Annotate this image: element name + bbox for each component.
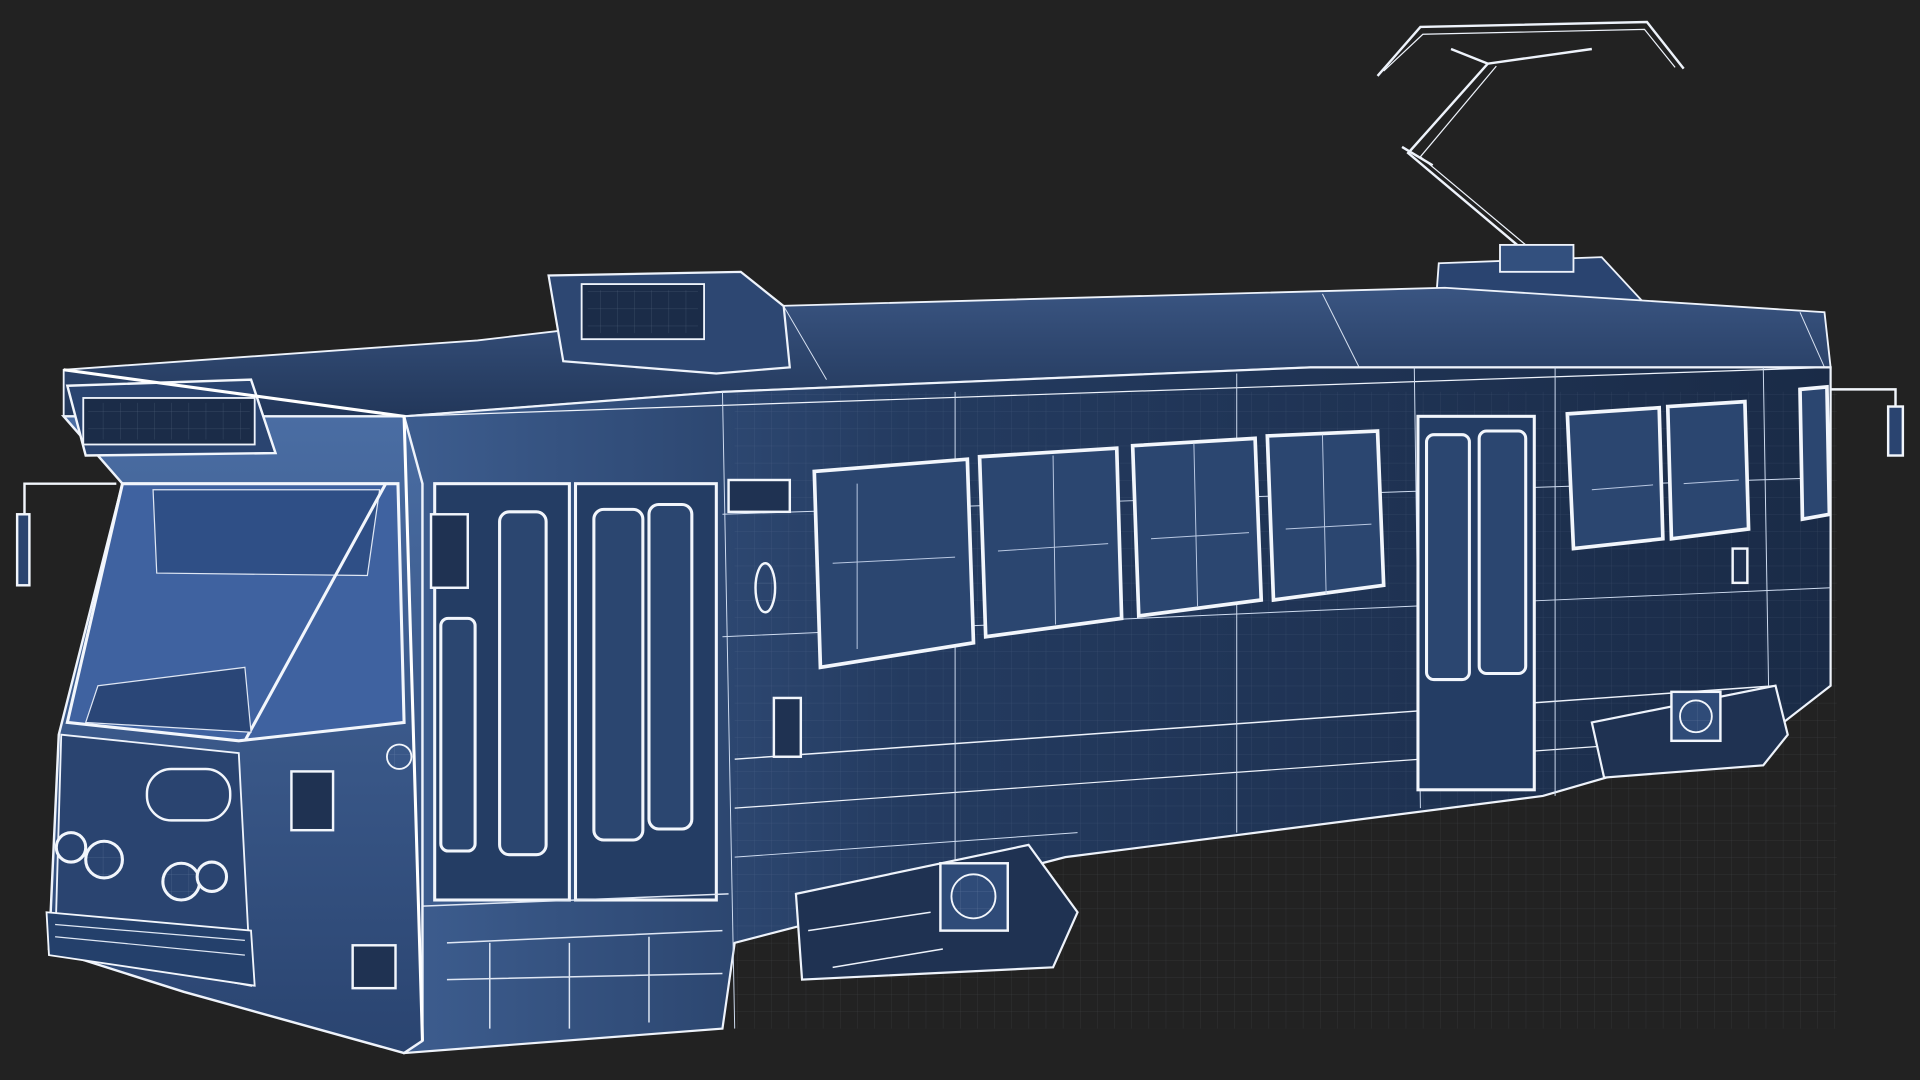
tram-wireframe-render bbox=[0, 0, 1920, 1080]
headlight-left-inner bbox=[84, 839, 124, 880]
side-number-box bbox=[727, 478, 792, 514]
side-vent bbox=[772, 696, 803, 758]
window-2 bbox=[977, 446, 1124, 639]
front-destination-display bbox=[65, 378, 278, 457]
window-6 bbox=[1665, 399, 1751, 541]
rear-side-box bbox=[1731, 547, 1749, 585]
headlight-right-inner bbox=[161, 861, 202, 902]
window-5 bbox=[1565, 405, 1665, 551]
tram-front bbox=[45, 415, 424, 1055]
front-side-indicator bbox=[429, 513, 469, 589]
mirror-right bbox=[1830, 388, 1905, 457]
roof-destination-box bbox=[547, 270, 792, 375]
headlight-left-outer bbox=[54, 831, 88, 864]
headlight-right-outer bbox=[195, 860, 229, 893]
pantograph bbox=[1376, 20, 1685, 265]
rear-doors bbox=[1416, 414, 1536, 792]
side-light bbox=[754, 562, 777, 614]
front-doors bbox=[433, 482, 718, 902]
tram-wireframe-svg bbox=[15, 20, 1905, 1055]
window-7 bbox=[1798, 384, 1832, 522]
